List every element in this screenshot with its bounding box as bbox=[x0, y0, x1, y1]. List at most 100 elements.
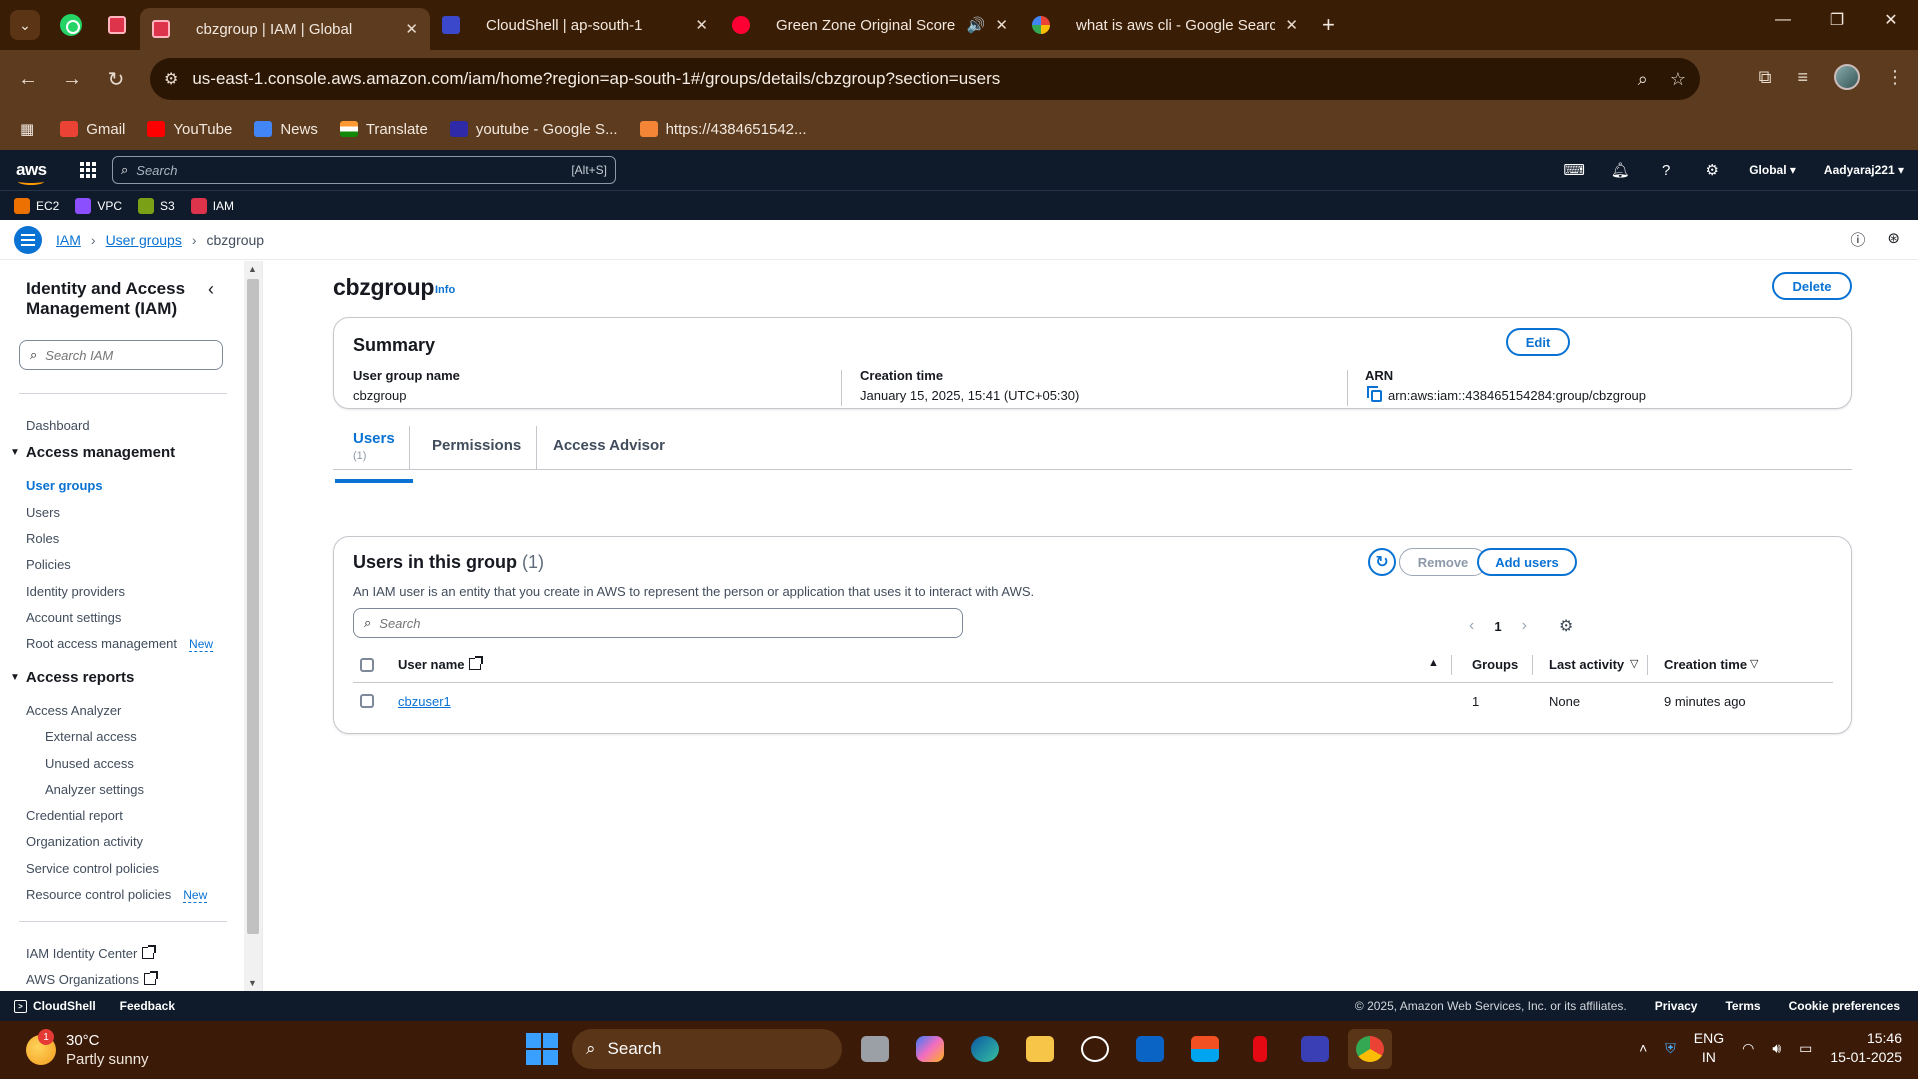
restore-icon[interactable]: ❐ bbox=[1810, 0, 1864, 40]
outlook-icon[interactable] bbox=[1128, 1029, 1172, 1069]
sidebar-item-unused-access[interactable]: Unused access bbox=[45, 756, 134, 771]
bookmark-translate[interactable]: Translate bbox=[339, 121, 428, 138]
apps-grid-icon[interactable]: ▦ bbox=[20, 120, 34, 138]
zoom-icon[interactable]: ⌕ bbox=[1638, 69, 1648, 90]
sidebar-item-scp[interactable]: Service control policies bbox=[26, 861, 159, 876]
add-users-button[interactable]: Add users bbox=[1477, 548, 1577, 576]
tutorial-icon[interactable]: ⊛ bbox=[1887, 229, 1900, 250]
speaker-icon[interactable]: 🔊 bbox=[967, 16, 986, 34]
security-shield-icon[interactable]: ⛨ bbox=[1665, 1040, 1676, 1057]
task-view-icon[interactable] bbox=[853, 1029, 897, 1069]
bookmark-youtube-search[interactable]: youtube - Google S... bbox=[449, 121, 618, 138]
clock[interactable]: 15:46 15-01-2025 bbox=[1830, 1029, 1902, 1067]
current-page[interactable]: 1 bbox=[1494, 619, 1501, 634]
aws-search-input[interactable]: ⌕ Search [Alt+S] bbox=[112, 156, 616, 184]
pinned-tab-whatsapp[interactable] bbox=[48, 7, 94, 43]
close-icon[interactable]: ✕ bbox=[695, 16, 708, 34]
bookmark-aws-link[interactable]: https://4384651542... bbox=[639, 121, 807, 138]
sidebar-item-user-groups[interactable]: User groups bbox=[26, 478, 103, 493]
file-explorer-icon[interactable] bbox=[1018, 1029, 1062, 1069]
sort-ascending-icon[interactable]: ▲ bbox=[1428, 657, 1439, 669]
netflix-icon[interactable] bbox=[1238, 1029, 1282, 1069]
sidebar-item-dashboard[interactable]: Dashboard bbox=[26, 418, 90, 433]
new-tab-button[interactable]: + bbox=[1322, 12, 1335, 38]
chrome-menu-icon[interactable]: ⋮ bbox=[1886, 67, 1904, 88]
scroll-down-icon[interactable]: ▼ bbox=[248, 978, 257, 988]
breadcrumb-user-groups[interactable]: User groups bbox=[106, 232, 182, 248]
favorite-iam[interactable]: IAM bbox=[190, 197, 234, 214]
cloudshell-link[interactable]: > CloudShell bbox=[14, 999, 96, 1013]
breadcrumb-iam[interactable]: IAM bbox=[56, 232, 81, 248]
language-indicator[interactable]: ENG IN bbox=[1694, 1029, 1724, 1067]
pinned-tab-aws[interactable] bbox=[94, 7, 140, 43]
cloudshell-icon[interactable]: ⌨ bbox=[1551, 161, 1597, 179]
terms-link[interactable]: Terms bbox=[1725, 999, 1760, 1013]
favorite-ec2[interactable]: EC2 bbox=[14, 197, 59, 214]
sidebar-item-credential-report[interactable]: Credential report bbox=[26, 808, 123, 823]
sidebar-item-organizations[interactable]: AWS Organizations bbox=[26, 971, 158, 987]
sidebar-search[interactable]: ⌕ bbox=[19, 340, 223, 370]
row-checkbox[interactable] bbox=[360, 694, 374, 708]
favorite-s3[interactable]: S3 bbox=[138, 197, 175, 214]
battery-icon[interactable]: ▭ bbox=[1799, 1040, 1812, 1057]
users-search[interactable]: ⌕ bbox=[353, 608, 963, 638]
copilot-icon[interactable] bbox=[908, 1029, 952, 1069]
column-user-name[interactable]: User name bbox=[398, 656, 484, 672]
volume-icon[interactable]: 🔊︎ bbox=[1772, 1040, 1781, 1057]
section-access-management[interactable]: ▼ Access management bbox=[10, 444, 175, 461]
chevron-up-icon[interactable]: ˄ bbox=[1639, 1040, 1647, 1056]
info-icon[interactable]: ⓘ bbox=[1850, 229, 1865, 250]
edit-button[interactable]: Edit bbox=[1506, 328, 1570, 356]
sidebar-item-roles[interactable]: Roles bbox=[26, 531, 59, 546]
back-icon[interactable]: ← bbox=[6, 68, 50, 91]
sidebar-item-analyzer-settings[interactable]: Analyzer settings bbox=[45, 782, 144, 797]
tab-google[interactable]: what is aws cli - Google Search ✕ bbox=[1020, 7, 1310, 43]
sidebar-scrollbar[interactable]: ▲ ▼ bbox=[244, 261, 262, 991]
close-icon[interactable]: ✕ bbox=[1285, 16, 1298, 34]
account-menu[interactable]: Aadyaraj221 ▾ bbox=[1810, 163, 1918, 177]
column-groups[interactable]: Groups bbox=[1472, 657, 1518, 672]
chrome-icon[interactable] bbox=[1348, 1029, 1392, 1069]
scrollbar-thumb[interactable] bbox=[247, 279, 259, 934]
privacy-link[interactable]: Privacy bbox=[1655, 999, 1698, 1013]
tab-users[interactable]: Users (1) bbox=[335, 430, 413, 483]
sidebar-item-users[interactable]: Users bbox=[26, 505, 60, 520]
tab-permissions[interactable]: Permissions bbox=[432, 437, 521, 489]
tab-access-advisor[interactable]: Access Advisor bbox=[553, 437, 665, 489]
bookmark-star-icon[interactable]: ☆ bbox=[1670, 69, 1686, 90]
close-window-icon[interactable]: ✕ bbox=[1864, 0, 1918, 40]
section-access-reports[interactable]: ▼ Access reports bbox=[10, 669, 134, 686]
sidebar-item-root-access[interactable]: Root access management New bbox=[26, 636, 214, 652]
wifi-icon[interactable]: ◠ bbox=[1742, 1040, 1754, 1057]
table-settings-icon[interactable]: ⚙ bbox=[1559, 616, 1573, 636]
search-iam-input[interactable] bbox=[45, 347, 206, 363]
sidebar-item-rcp[interactable]: Resource control policies New bbox=[26, 887, 208, 903]
bell-icon[interactable]: 🔔︎ bbox=[1597, 161, 1643, 179]
select-all-checkbox[interactable] bbox=[360, 658, 374, 672]
collapse-sidebar-icon[interactable]: ‹ bbox=[208, 279, 214, 300]
sidebar-item-access-analyzer[interactable]: Access Analyzer bbox=[26, 703, 121, 718]
user-link[interactable]: cbzuser1 bbox=[398, 694, 451, 709]
sidebar-item-policies[interactable]: Policies bbox=[26, 557, 71, 572]
dell-icon[interactable] bbox=[1073, 1029, 1117, 1069]
region-selector[interactable]: Global ▾ bbox=[1735, 163, 1810, 177]
edge-icon[interactable] bbox=[963, 1029, 1007, 1069]
feedback-link[interactable]: Feedback bbox=[120, 999, 175, 1013]
sort-icon[interactable]: ▽ bbox=[1630, 657, 1638, 670]
chevron-left-icon[interactable]: ‹ bbox=[1469, 617, 1474, 635]
help-icon[interactable]: ? bbox=[1643, 162, 1689, 179]
column-last-activity[interactable]: Last activity bbox=[1549, 657, 1624, 672]
menu-icon[interactable] bbox=[14, 225, 42, 254]
sidebar-item-organization-activity[interactable]: Organization activity bbox=[26, 834, 143, 849]
amazon-music-icon[interactable] bbox=[1293, 1029, 1337, 1069]
users-search-input[interactable] bbox=[379, 615, 940, 631]
aws-logo[interactable]: aws bbox=[16, 160, 56, 185]
favorite-vpc[interactable]: VPC bbox=[75, 197, 122, 214]
sidebar-item-external-access[interactable]: External access bbox=[45, 729, 137, 744]
close-icon[interactable]: ✕ bbox=[995, 16, 1008, 34]
services-grid-icon[interactable] bbox=[80, 162, 96, 178]
sidebar-item-account-settings[interactable]: Account settings bbox=[26, 610, 121, 625]
tab-cloudshell[interactable]: CloudShell | ap-south-1 ✕ bbox=[430, 7, 720, 43]
tab-iam[interactable]: cbzgroup | IAM | Global ✕ bbox=[140, 8, 430, 50]
windows-start-icon[interactable] bbox=[526, 1033, 558, 1065]
